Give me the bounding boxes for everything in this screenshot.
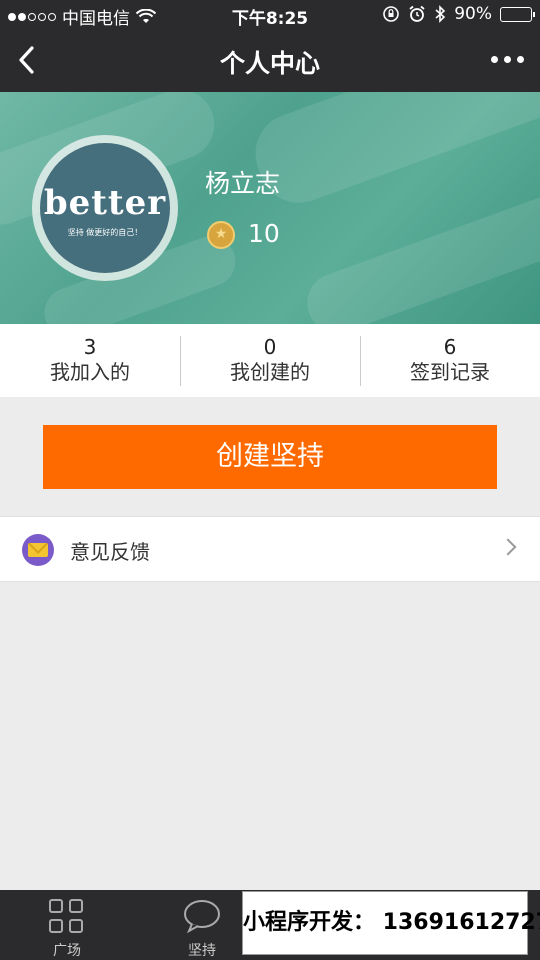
rotation-lock-icon	[383, 6, 400, 22]
page-title: 个人中心	[219, 49, 320, 78]
battery-icon	[500, 6, 535, 22]
chat-bubble-icon	[184, 900, 220, 933]
envelope-icon	[22, 534, 54, 566]
avatar-logo-text: better	[43, 183, 167, 223]
stat-value: 6	[443, 335, 457, 359]
feedback-row[interactable]: 意见反馈	[0, 516, 540, 582]
stat-value: 0	[263, 335, 277, 359]
promo-banner: 小程序开发： 13691612727	[242, 891, 540, 955]
create-button[interactable]: 创建坚持	[43, 425, 497, 489]
user-name: 杨立志	[205, 169, 281, 198]
coin-icon	[207, 221, 235, 249]
more-icon[interactable]	[491, 56, 524, 63]
stat-label: 签到记录	[410, 360, 490, 384]
tab-persist[interactable]: 坚持	[157, 890, 247, 960]
stat-label: 我加入的	[50, 360, 130, 384]
status-bar: 中国电信 下午8:25 90%	[0, 0, 540, 30]
nav-bar: 个人中心	[0, 30, 540, 92]
chevron-right-icon	[499, 538, 517, 556]
tab-square[interactable]: 广场	[22, 890, 112, 960]
avatar-logo-subtext: 坚持 做更好的自己！	[67, 228, 143, 237]
stat-label: 我创建的	[230, 360, 310, 384]
stat-checkins[interactable]: 6 签到记录	[360, 324, 540, 397]
tab-label: 坚持	[188, 943, 216, 959]
status-right: 90%	[382, 4, 535, 24]
stat-value: 3	[83, 335, 97, 359]
feedback-label: 意见反馈	[70, 540, 150, 564]
battery-percent: 90%	[454, 4, 492, 24]
bluetooth-icon	[435, 5, 446, 23]
alarm-icon	[409, 5, 425, 22]
stat-joined[interactable]: 3 我加入的	[0, 324, 180, 397]
grid-icon	[49, 899, 85, 935]
stat-created[interactable]: 0 我创建的	[180, 324, 360, 397]
coin-count: 10	[248, 219, 280, 248]
stats-row: 3 我加入的 0 我创建的 6 签到记录	[0, 324, 540, 397]
profile-banner: better 坚持 做更好的自己！ 杨立志 10	[0, 92, 540, 324]
tab-label: 广场	[53, 943, 81, 959]
avatar[interactable]: better 坚持 做更好的自己！	[40, 143, 170, 273]
